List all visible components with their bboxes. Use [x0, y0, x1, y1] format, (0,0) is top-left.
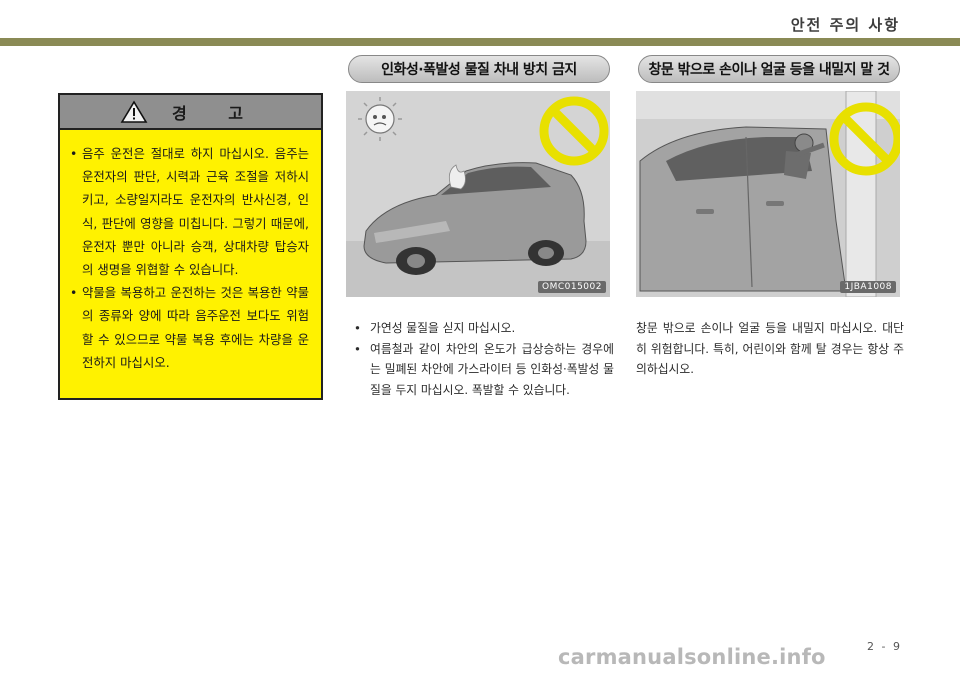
warning-item: 약물을 복용하고 운전하는 것은 복용한 약물의 종류와 양에 따라 음주운전 … [70, 281, 309, 374]
car-window-illustration [636, 91, 900, 297]
flammable-list: 가연성 물질을 싣지 마십시오. 여름철과 같이 차안의 온도가 급상승하는 경… [352, 318, 614, 400]
warning-list: 음주 운전은 절대로 하지 마십시오. 음주는 운전자의 판단, 시력과 근육 … [60, 130, 321, 374]
heading-flammable: 인화성·폭발성 물질 차내 방치 금지 [348, 55, 610, 83]
flammable-car-image: OMC015002 [346, 91, 610, 297]
image-code: OMC015002 [538, 281, 606, 293]
watermark-text: carmanualsonline.info [558, 645, 826, 669]
warning-box: 경 고 음주 운전은 절대로 하지 마십시오. 음주는 운전자의 판단, 시력과… [58, 93, 323, 400]
section-title: 안전 주의 사항 [790, 16, 900, 34]
warning-item: 음주 운전은 절대로 하지 마십시오. 음주는 운전자의 판단, 시력과 근육 … [70, 142, 309, 281]
list-item: 가연성 물질을 싣지 마십시오. [352, 318, 614, 339]
warning-triangle-icon [120, 99, 148, 123]
list-item: 여름철과 같이 차안의 온도가 급상승하는 경우에는 밀폐된 차안에 가스라이터… [352, 339, 614, 401]
warning-header: 경 고 [60, 95, 321, 130]
window-car-image: 1JBA1008 [636, 91, 900, 297]
heading-window: 창문 밖으로 손이나 얼굴 등을 내밀지 말 것 [638, 55, 900, 83]
warning-title: 경 고 [171, 103, 261, 123]
header-bar: 안전 주의 사항 [0, 0, 960, 46]
car-illustration [346, 91, 610, 297]
image-code: 1JBA1008 [840, 281, 896, 293]
header-band [0, 38, 960, 46]
page-number: 2 - 9 [867, 640, 902, 653]
window-paragraph: 창문 밖으로 손이나 얼굴 등을 내밀지 마십시오. 대단히 위험합니다. 특히… [636, 321, 904, 377]
